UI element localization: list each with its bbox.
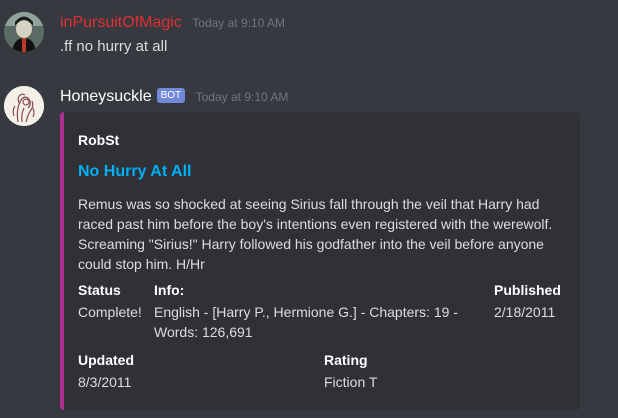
user-avatar[interactable] [4, 12, 44, 52]
field-rating-name: Rating [324, 352, 368, 368]
username[interactable]: inPursuitOfMagic [60, 14, 182, 31]
bot-badge: BOT [156, 88, 186, 103]
username[interactable]: Honeysuckle [60, 88, 152, 105]
field-rating-value: Fiction T [324, 374, 378, 390]
field-published-name: Published [494, 282, 561, 298]
embed-description: Remus was so shocked at seeing Sirius fa… [78, 196, 553, 272]
field-updated-name: Updated [78, 352, 134, 368]
field-updated-value: 8/3/2011 [78, 374, 132, 390]
bot-avatar[interactable] [4, 86, 44, 126]
message-content: .ff no hurry at all [60, 38, 168, 55]
message-1: inPursuitOfMagic Today at 9:10 AM .ff no… [0, 0, 618, 64]
message-timestamp: Today at 9:10 AM [192, 16, 286, 30]
field-info-name: Info: [154, 282, 185, 298]
field-info-value: English - [Harry P., Hermione G.] - Chap… [154, 304, 458, 340]
embed-title-link[interactable]: No Hurry At All [78, 163, 191, 181]
message-timestamp: Today at 9:10 AM [195, 90, 289, 104]
fanfic-embed: RobSt No Hurry At All Remus was so shock… [60, 112, 580, 410]
field-status-name: Status [78, 282, 121, 298]
embed-author[interactable]: RobSt [78, 132, 119, 148]
field-status-value: Complete! [78, 304, 142, 320]
field-published-value: 2/18/2011 [494, 304, 556, 320]
